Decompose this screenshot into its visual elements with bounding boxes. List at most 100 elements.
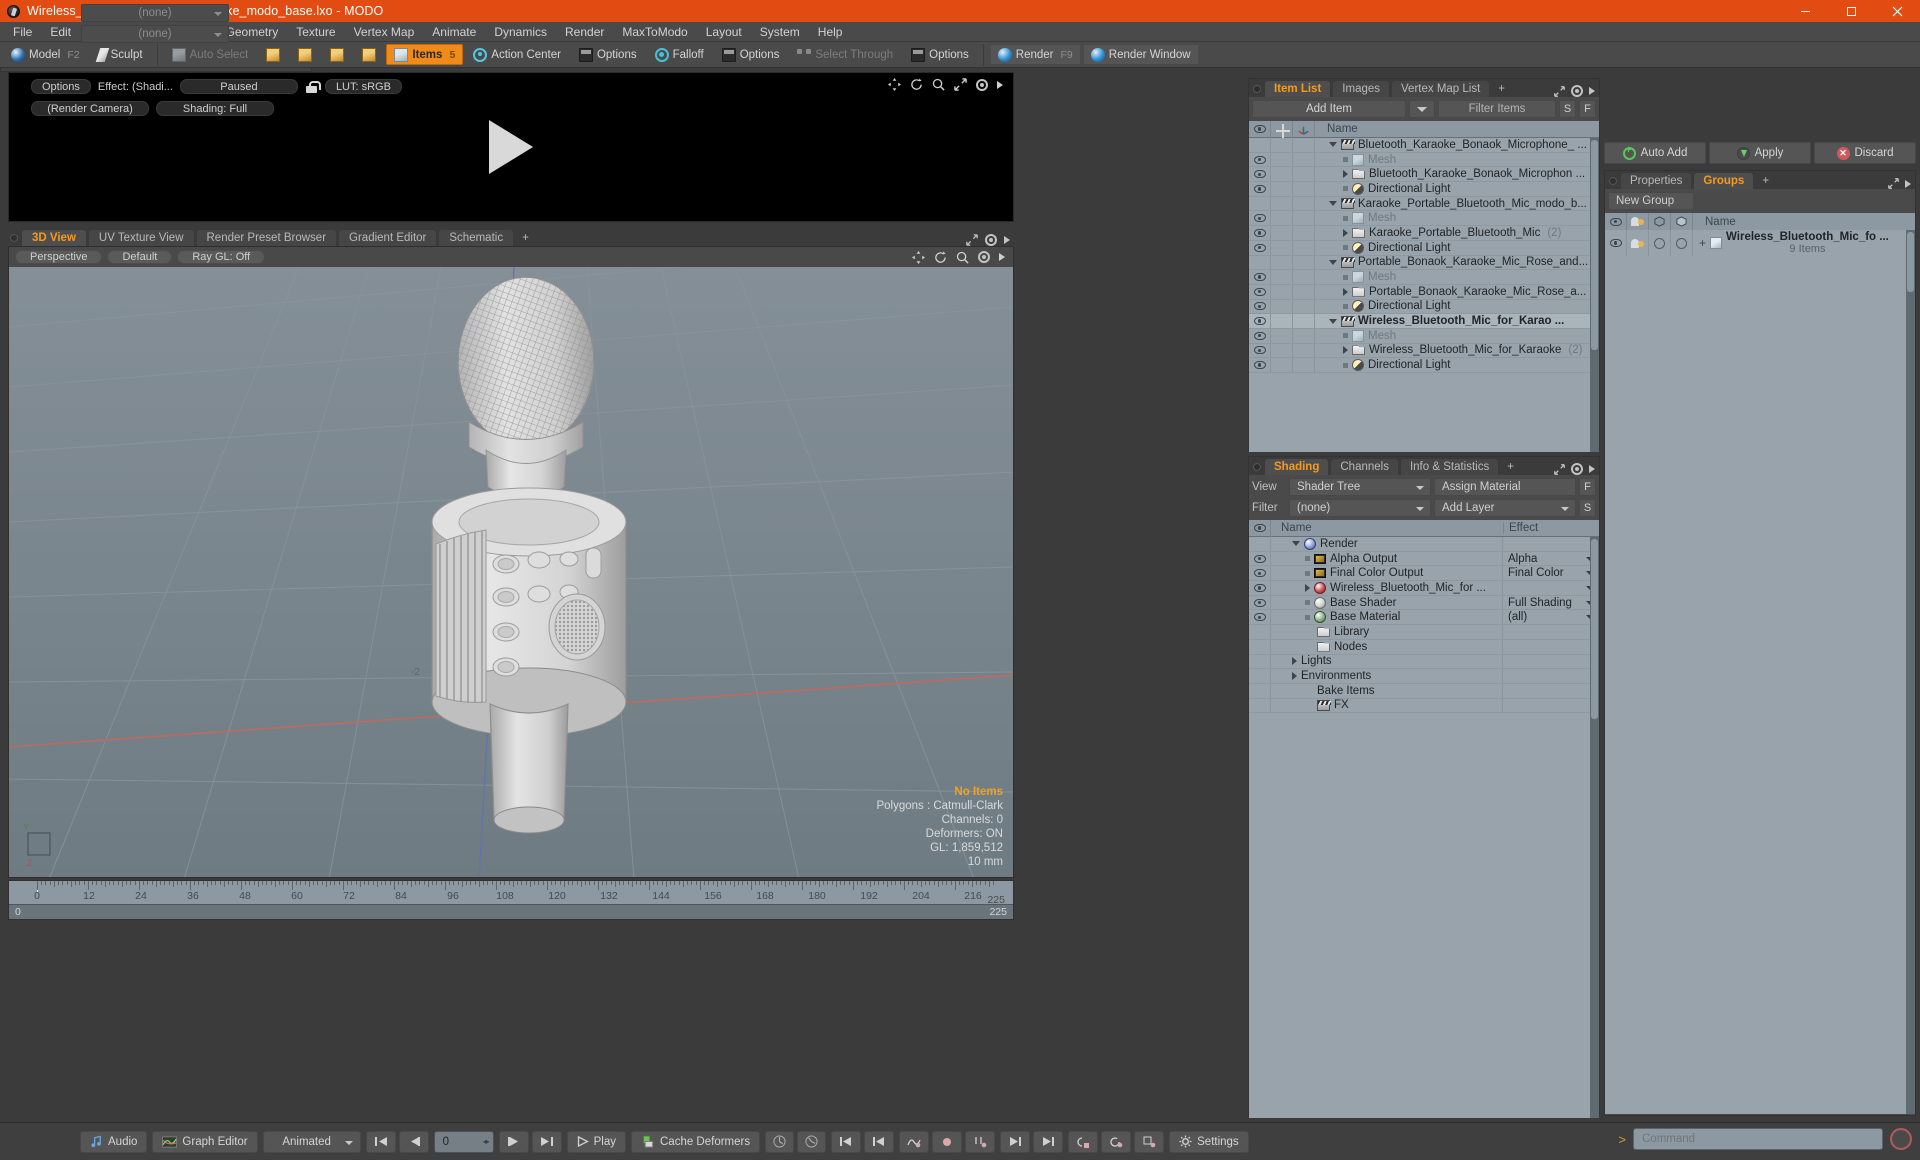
row-visibility-cell[interactable] <box>1249 182 1271 196</box>
view-dropdown[interactable]: Shader Tree <box>1289 478 1431 496</box>
item-list-row[interactable]: Mesh <box>1249 211 1599 227</box>
row-name-cell[interactable]: Karaoke_Portable_Bluetooth_Mic_modo_b... <box>1315 198 1599 210</box>
menu-help[interactable]: Help <box>809 22 852 42</box>
action-center-button[interactable]: Action Center <box>465 44 569 65</box>
row-visibility-cell[interactable] <box>1249 284 1271 299</box>
item-list-scrollbar[interactable] <box>1590 138 1599 452</box>
select-through-button[interactable]: Select Through <box>789 44 901 65</box>
shading-row-visibility-cell[interactable] <box>1249 625 1271 639</box>
shading-row-visibility-cell[interactable] <box>1249 537 1271 551</box>
shading-row-eye-icon[interactable] <box>1253 613 1266 622</box>
group-expand-plus-icon[interactable]: + <box>1699 236 1706 250</box>
shading-row-effect-cell[interactable]: Final Color <box>1503 566 1599 580</box>
discard-button[interactable]: ✕ Discard <box>1814 142 1916 164</box>
timeline-range-bar[interactable]: 0 225 <box>9 904 1013 919</box>
item-list-f-button[interactable]: F <box>1579 100 1596 118</box>
zoom-icon[interactable] <box>932 78 945 91</box>
expand-triangle-icon[interactable] <box>1292 541 1300 547</box>
tab-add-button[interactable]: + <box>515 229 536 246</box>
item-list-row[interactable]: Karaoke_Portable_Bluetooth_Mic_modo_b... <box>1249 196 1599 212</box>
row-name-cell[interactable]: Bluetooth_Karaoke_Bonaok_Microphon ... <box>1315 168 1599 180</box>
row-lock-cell[interactable] <box>1271 284 1293 299</box>
menu-file[interactable]: File <box>4 22 41 42</box>
play-overlay-icon[interactable] <box>489 120 533 174</box>
item-list-s-button[interactable]: S <box>1559 100 1576 118</box>
add-layer-dropdown[interactable]: Add Layer <box>1434 499 1576 517</box>
cache-deformers-button[interactable]: Cache Deformers <box>631 1130 761 1153</box>
shading-row-effect-cell[interactable] <box>1503 699 1599 713</box>
shading-chevron-icon[interactable] <box>1589 465 1595 473</box>
shading-row-visibility-cell[interactable] <box>1249 581 1271 595</box>
pass-groups-dropdown[interactable]: (none) <box>81 4 229 22</box>
shading-f-button[interactable]: F <box>1579 478 1596 496</box>
shading-row[interactable]: Library <box>1249 625 1599 640</box>
row-axis-cell[interactable] <box>1293 314 1315 328</box>
groups-maximize-icon[interactable] <box>1888 178 1899 189</box>
item-list-row[interactable]: Wireless_Bluetooth_Mic_for_Karaoke (2) <box>1249 343 1599 359</box>
groups-chevron-icon[interactable] <box>1905 179 1911 188</box>
menu-render[interactable]: Render <box>556 22 613 42</box>
shading-scrollbar-thumb[interactable] <box>1591 539 1598 719</box>
shading-row[interactable]: Alpha Output Alpha <box>1249 551 1599 567</box>
row-lock-cell[interactable] <box>1271 255 1293 270</box>
shading-row[interactable]: Render <box>1249 537 1599 552</box>
shading-row[interactable]: Nodes <box>1249 639 1599 655</box>
preview-shading-button[interactable]: Shading: Full <box>156 101 274 116</box>
command-record-icon[interactable] <box>1890 1128 1912 1150</box>
3d-viewport[interactable]: Perspective Default Ray GL: Off -2 No It… <box>8 246 1014 878</box>
material-mode-button[interactable] <box>354 44 384 65</box>
shading-row[interactable]: Lights <box>1249 654 1599 670</box>
row-lock-cell[interactable] <box>1271 343 1293 358</box>
tab-vertex-map-list[interactable]: Vertex Map List <box>1391 80 1491 97</box>
group-circle-icon-1[interactable] <box>1654 237 1665 249</box>
shading-row-effect-cell[interactable] <box>1503 581 1599 595</box>
row-eye-icon[interactable] <box>1253 155 1266 164</box>
row-lock-cell[interactable] <box>1271 358 1293 372</box>
key-all-button[interactable] <box>797 1130 827 1153</box>
row-axis-cell[interactable] <box>1293 299 1315 314</box>
prev-key-button[interactable] <box>831 1130 862 1153</box>
vertex-mode-button[interactable] <box>258 44 288 65</box>
tab-3d-view[interactable]: 3D View <box>21 229 87 246</box>
item-list-row[interactable]: Mesh <box>1249 270 1599 285</box>
pan-icon[interactable] <box>888 78 901 91</box>
row-lock-cell[interactable] <box>1271 240 1293 255</box>
row-lock-cell[interactable] <box>1271 314 1293 328</box>
shading-row-name-cell[interactable]: Wireless_Bluetooth_Mic_for ... <box>1271 581 1503 595</box>
shading-row-effect-cell[interactable]: Alpha <box>1503 552 1599 566</box>
preview-lut-button[interactable]: LUT: sRGB <box>324 79 402 94</box>
collapse-triangle-icon[interactable] <box>1343 287 1348 296</box>
viewport-gear-icon[interactable] <box>978 251 990 263</box>
row-visibility-cell[interactable] <box>1249 299 1271 314</box>
group-row[interactable]: + Wireless_Bluetooth_Mic_fo ... 9 Items <box>1605 230 1915 256</box>
group-shade1-cell[interactable] <box>1649 230 1671 256</box>
preview-effect-label[interactable]: Effect: (Shadi... <box>98 81 173 93</box>
menu-animate[interactable]: Animate <box>423 22 485 42</box>
shading-row-name-cell[interactable]: Library <box>1271 625 1503 639</box>
maximize-panel-icon[interactable] <box>966 234 978 246</box>
row-visibility-cell[interactable] <box>1249 226 1271 240</box>
group-render-cell[interactable] <box>1627 230 1649 256</box>
command-input[interactable] <box>1633 1128 1883 1150</box>
item-list-tab-menu-dot[interactable] <box>1251 81 1263 97</box>
key-channel-button[interactable] <box>765 1130 795 1153</box>
collapse-triangle-icon[interactable] <box>1292 657 1297 666</box>
fit-icon[interactable] <box>954 78 967 91</box>
row-eye-icon[interactable] <box>1253 317 1266 326</box>
row-axis-cell[interactable] <box>1293 343 1315 358</box>
row-eye-icon[interactable] <box>1253 302 1266 311</box>
group-shade2-cell[interactable] <box>1671 230 1693 256</box>
viewport-projection-button[interactable]: Perspective <box>15 250 103 264</box>
row-name-cell[interactable]: Wireless_Bluetooth_Mic_for_Karao ... <box>1315 315 1599 327</box>
viewport-pan-icon[interactable] <box>912 250 925 264</box>
current-frame-input[interactable]: 0 <box>433 1130 494 1153</box>
shading-row-effect-cell[interactable] <box>1503 625 1599 639</box>
menu-system[interactable]: System <box>751 22 809 42</box>
item-list-row[interactable]: Directional Light <box>1249 182 1599 197</box>
row-eye-icon[interactable] <box>1253 243 1266 252</box>
row-name-cell[interactable]: Bluetooth_Karaoke_Bonaok_Microphone_ ... <box>1315 139 1599 151</box>
minimize-button[interactable] <box>1782 0 1828 22</box>
render-button[interactable]: Render F9 <box>989 44 1081 65</box>
row-axis-cell[interactable] <box>1293 152 1315 167</box>
delete-key-button[interactable] <box>1068 1130 1099 1153</box>
